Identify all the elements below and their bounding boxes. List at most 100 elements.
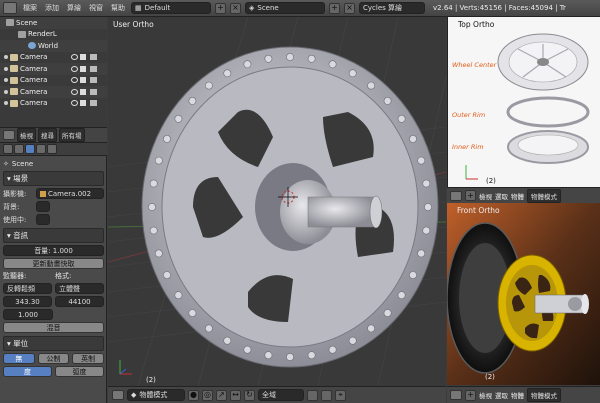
audio-section-header[interactable]: ▾ 音訊 bbox=[3, 228, 104, 243]
top-object-menu[interactable]: 物體 bbox=[511, 191, 524, 201]
top-mode-dropdown[interactable]: 物體模式 bbox=[527, 188, 561, 203]
background-field[interactable] bbox=[36, 201, 50, 212]
front-mode-dropdown[interactable]: 物體模式 bbox=[527, 388, 561, 402]
render-icon[interactable] bbox=[90, 65, 97, 72]
speed-of-sound-field[interactable]: 343.30 bbox=[3, 296, 52, 307]
expand-icon[interactable] bbox=[4, 101, 8, 106]
menu-file[interactable]: 檔案 bbox=[21, 3, 39, 13]
editor-type-icon[interactable] bbox=[112, 390, 124, 400]
outliner-row-scene[interactable]: Scene bbox=[0, 17, 107, 29]
volume-field[interactable]: 音量: 1.000 bbox=[3, 245, 104, 256]
camera-field[interactable]: Camera.002 bbox=[36, 188, 104, 199]
listener-dropdown[interactable]: 反轉鬆頻 bbox=[3, 283, 52, 294]
layout-selector[interactable]: ▦ Default bbox=[131, 2, 211, 14]
layer-icon[interactable] bbox=[307, 389, 318, 401]
render-icon[interactable] bbox=[90, 77, 97, 84]
scene-selector[interactable]: ◈ Scene bbox=[245, 2, 325, 14]
outliner-display-dropdown[interactable]: 所有場 bbox=[59, 128, 85, 142]
editor-type-icon[interactable] bbox=[450, 390, 462, 400]
render-icon[interactable] bbox=[90, 88, 97, 95]
menu-add[interactable]: 添加 bbox=[43, 3, 61, 13]
top-select-menu[interactable]: 選取 bbox=[495, 191, 508, 201]
degrees-button[interactable]: 度 bbox=[3, 366, 52, 377]
menu-help[interactable]: 幫助 bbox=[109, 3, 127, 13]
visibility-icon[interactable] bbox=[71, 65, 78, 72]
outliner-row-camera[interactable]: Camera bbox=[0, 63, 107, 75]
top-ortho-viewport[interactable]: Top Ortho Wheel Center Outer Rim Inner R… bbox=[447, 17, 600, 187]
select-icon[interactable] bbox=[80, 88, 86, 95]
expand-icon[interactable] bbox=[4, 78, 8, 83]
units-imperial-button[interactable]: 英制 bbox=[72, 353, 105, 364]
shading-icon[interactable]: ● bbox=[188, 389, 199, 401]
outliner-row-camera[interactable]: Camera bbox=[0, 75, 107, 87]
translate-icon[interactable]: ↔ bbox=[230, 389, 241, 401]
remove-layout-button[interactable]: × bbox=[230, 2, 241, 14]
outliner-view-menu[interactable]: 檢視 bbox=[17, 128, 36, 142]
select-icon[interactable] bbox=[80, 100, 86, 107]
format-dropdown[interactable]: 立體聲 bbox=[55, 283, 104, 294]
front-ortho-viewport[interactable]: Front Ortho (2) bbox=[447, 203, 600, 385]
viewport-canvas[interactable] bbox=[108, 17, 446, 386]
menu-render[interactable]: 算繪 bbox=[65, 3, 83, 13]
menu-window[interactable]: 視窗 bbox=[87, 3, 105, 13]
object-mode-dropdown[interactable]: ◆ 物體模式 bbox=[127, 389, 185, 401]
radians-button[interactable]: 弧度 bbox=[55, 366, 104, 377]
object-tab-icon[interactable] bbox=[47, 144, 57, 154]
units-none-button[interactable]: 無 bbox=[3, 353, 35, 364]
rim-bolt bbox=[367, 81, 375, 90]
select-icon[interactable] bbox=[80, 65, 86, 72]
active-field[interactable] bbox=[36, 214, 50, 225]
visibility-icon[interactable] bbox=[71, 77, 78, 84]
outliner-row-renderlayers[interactable]: RenderL bbox=[0, 29, 107, 41]
units-section-header[interactable]: ▾ 單位 bbox=[3, 336, 104, 351]
mixdown-button[interactable]: 混音 bbox=[3, 322, 104, 333]
sample-rate-field[interactable]: 44100 bbox=[55, 296, 104, 307]
menu-toggle-icon[interactable]: + bbox=[465, 190, 476, 201]
layer-icon[interactable] bbox=[321, 389, 332, 401]
front-view-menu[interactable]: 檢視 bbox=[479, 390, 492, 400]
visibility-icon[interactable] bbox=[71, 100, 78, 107]
world-tab-icon[interactable] bbox=[36, 144, 46, 154]
pin-icon[interactable]: ✧ bbox=[3, 160, 9, 168]
layers-tab-icon[interactable] bbox=[14, 144, 24, 154]
scene-tab-icon[interactable] bbox=[25, 144, 35, 154]
transform-orientation-dropdown[interactable]: 全域 bbox=[258, 389, 304, 401]
wheel-object[interactable] bbox=[141, 46, 439, 368]
front-select-menu[interactable]: 選取 bbox=[495, 390, 508, 400]
snap-icon[interactable]: ⌖ bbox=[335, 389, 346, 401]
select-icon[interactable] bbox=[80, 54, 86, 61]
menu-toggle-icon[interactable]: + bbox=[465, 389, 476, 401]
outliner-row-camera[interactable]: Camera bbox=[0, 98, 107, 110]
select-icon[interactable] bbox=[80, 77, 86, 84]
units-metric-button[interactable]: 公制 bbox=[37, 353, 70, 364]
visibility-icon[interactable] bbox=[71, 88, 78, 95]
update-animation-cache-button[interactable]: 更新動畫快取 bbox=[3, 258, 104, 269]
front-object-menu[interactable]: 物體 bbox=[511, 390, 524, 400]
outliner-row-camera[interactable]: Camera bbox=[0, 52, 107, 64]
pivot-icon[interactable]: ◎ bbox=[202, 389, 213, 401]
render-icon[interactable] bbox=[90, 100, 97, 107]
outliner-row-camera[interactable]: Camera bbox=[0, 86, 107, 98]
top-view-menu[interactable]: 檢視 bbox=[479, 191, 492, 201]
editor-type-icon[interactable] bbox=[3, 2, 17, 14]
rim-bolt bbox=[307, 351, 316, 360]
expand-icon[interactable] bbox=[4, 66, 8, 71]
expand-icon[interactable] bbox=[4, 55, 8, 60]
render-engine-selector[interactable]: Cycles 算繪 bbox=[359, 2, 425, 14]
expand-icon[interactable] bbox=[4, 89, 8, 94]
manipulator-icon[interactable]: ↗ bbox=[216, 389, 227, 401]
remove-scene-button[interactable]: × bbox=[344, 2, 355, 14]
editor-type-icon[interactable] bbox=[450, 190, 462, 201]
editor-type-icon[interactable] bbox=[3, 130, 15, 140]
add-scene-button[interactable]: + bbox=[329, 2, 340, 14]
doppler-field[interactable]: 1.000 bbox=[3, 309, 53, 320]
render-tab-icon[interactable] bbox=[3, 144, 13, 154]
visibility-icon[interactable] bbox=[71, 54, 78, 61]
add-layout-button[interactable]: + bbox=[215, 2, 226, 14]
3d-viewport[interactable]: User Ortho (2) bbox=[108, 17, 446, 386]
render-icon[interactable] bbox=[90, 54, 97, 61]
scene-section-header[interactable]: ▾ 場景 bbox=[3, 171, 104, 186]
outliner-row-world[interactable]: World bbox=[0, 40, 107, 52]
rotate-icon[interactable]: ↻ bbox=[244, 389, 255, 401]
outliner-search-menu[interactable]: 搜尋 bbox=[38, 128, 57, 142]
